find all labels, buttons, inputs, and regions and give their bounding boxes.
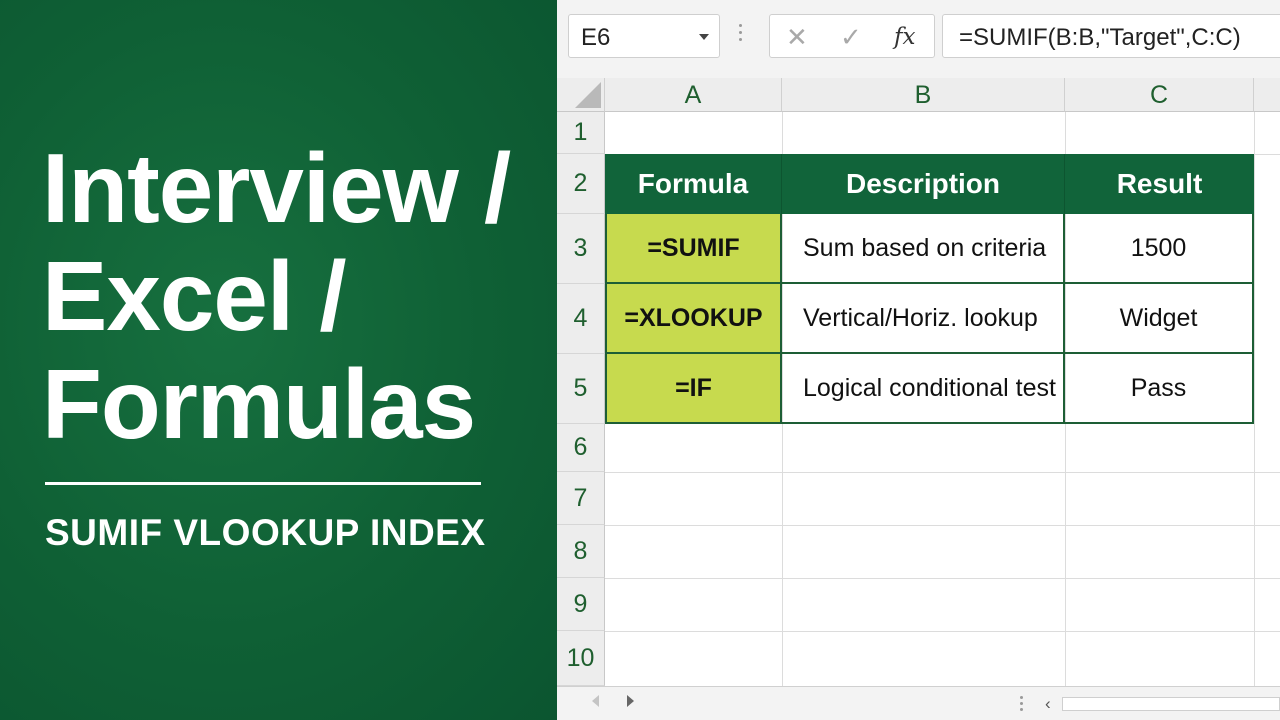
gridline xyxy=(605,631,1280,632)
row-header-1[interactable]: 1 xyxy=(557,112,605,154)
formula-input[interactable]: =SUMIF(B:B,"Target",C:C) xyxy=(942,14,1280,58)
title-banner: Interview / Excel / Formulas SUMIF VLOOK… xyxy=(0,0,557,720)
row-header-6[interactable]: 6 xyxy=(557,424,605,472)
select-all-button[interactable] xyxy=(557,78,605,112)
gridline xyxy=(605,525,1280,526)
title-line-3: Formulas xyxy=(42,349,476,459)
cell-a5[interactable]: =IF xyxy=(605,354,782,424)
split-handle-icon[interactable] xyxy=(1020,696,1023,714)
horizontal-scrollbar[interactable] xyxy=(1062,697,1280,711)
cell-b2-header[interactable]: Description xyxy=(782,154,1065,214)
row-header-9[interactable]: 9 xyxy=(557,578,605,631)
cell-a3[interactable]: =SUMIF xyxy=(605,214,782,284)
cell-b4[interactable]: Vertical/Horiz. lookup xyxy=(782,284,1065,354)
formula-bar: E6 ✕ ✓ fx =SUMIF(B:B,"Target",C:C) xyxy=(557,0,1280,78)
row-header-10[interactable]: 10 xyxy=(557,631,605,686)
banner-subtitle: SUMIF VLOOKUP INDEX xyxy=(45,512,486,553)
chevron-down-icon[interactable] xyxy=(699,34,709,40)
chevron-left-icon[interactable] xyxy=(592,695,599,707)
select-all-icon xyxy=(575,82,601,108)
drag-handle-icon[interactable] xyxy=(739,24,742,45)
formula-buttons: ✕ ✓ fx xyxy=(769,14,935,58)
cell-a2-header[interactable]: Formula xyxy=(605,154,782,214)
name-box-value: E6 xyxy=(581,24,611,51)
name-box[interactable]: E6 xyxy=(568,14,720,58)
gridline xyxy=(1254,112,1255,686)
cell-c4[interactable]: Widget xyxy=(1065,284,1254,354)
chevron-right-icon[interactable] xyxy=(627,695,634,707)
row-header-7[interactable]: 7 xyxy=(557,472,605,525)
check-icon[interactable]: ✓ xyxy=(840,23,862,51)
row-header-2[interactable]: 2 xyxy=(557,154,605,214)
column-header-b[interactable]: B xyxy=(782,78,1065,112)
column-header-a[interactable]: A xyxy=(605,78,782,112)
insert-function-icon[interactable]: fx xyxy=(894,23,915,51)
cell-a4[interactable]: =XLOOKUP xyxy=(605,284,782,354)
formula-text: =SUMIF(B:B,"Target",C:C) xyxy=(959,24,1241,51)
cell-b5[interactable]: Logical conditional test xyxy=(782,354,1065,424)
spreadsheet-window: E6 ✕ ✓ fx =SUMIF(B:B,"Target",C:C) A B C… xyxy=(557,0,1280,720)
title-line-2: Excel / xyxy=(42,241,347,351)
column-header-next[interactable] xyxy=(1254,78,1280,112)
gridline xyxy=(605,472,1280,473)
cell-c3[interactable]: 1500 xyxy=(1065,214,1254,284)
scroll-left-icon[interactable]: ‹ xyxy=(1045,694,1051,714)
row-header-3[interactable]: 3 xyxy=(557,214,605,284)
row-header-4[interactable]: 4 xyxy=(557,284,605,354)
title-line-1: Interview / xyxy=(42,133,511,243)
gridline xyxy=(605,578,1280,579)
column-header-c[interactable]: C xyxy=(1065,78,1254,112)
cancel-icon[interactable]: ✕ xyxy=(786,23,808,51)
sheet-tab-bar: ‹ xyxy=(557,686,1280,720)
worksheet-grid[interactable]: A B C 1 2 3 4 5 6 7 8 9 10 Formula Descr… xyxy=(557,78,1280,686)
row-header-5[interactable]: 5 xyxy=(557,354,605,424)
cell-c5[interactable]: Pass xyxy=(1065,354,1254,424)
cell-c2-header[interactable]: Result xyxy=(1065,154,1254,214)
banner-divider xyxy=(45,482,481,485)
row-header-8[interactable]: 8 xyxy=(557,525,605,578)
cell-b3[interactable]: Sum based on criteria xyxy=(782,214,1065,284)
